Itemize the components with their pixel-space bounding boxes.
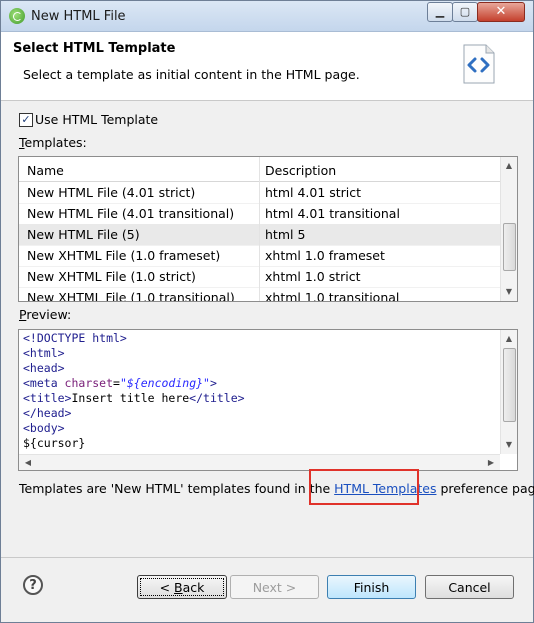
link-highlight-box bbox=[309, 469, 419, 505]
template-description: xhtml 1.0 frameset bbox=[265, 248, 385, 263]
template-name: New XHTML File (1.0 transitional) bbox=[27, 290, 235, 302]
column-divider bbox=[259, 157, 260, 301]
back-button-label: ack bbox=[182, 580, 205, 595]
scroll-up-arrow-icon[interactable]: ▲ bbox=[501, 332, 517, 346]
template-name: New HTML File (5) bbox=[27, 227, 140, 242]
code-line: <head> bbox=[23, 361, 65, 375]
template-description: html 5 bbox=[265, 227, 306, 242]
column-header-name[interactable]: Name bbox=[27, 163, 64, 178]
back-button[interactable]: < Back bbox=[137, 575, 227, 599]
finish-button[interactable]: Finish bbox=[327, 575, 416, 599]
templates-vertical-scrollbar[interactable]: ▲ ▼ bbox=[500, 157, 517, 301]
code-line: <meta charset="${encoding}"> bbox=[23, 376, 217, 390]
templates-info-text: Templates are 'New HTML' templates found… bbox=[19, 481, 534, 496]
cancel-button[interactable]: Cancel bbox=[425, 575, 514, 599]
eclipse-app-icon bbox=[9, 8, 25, 24]
template-description: xhtml 1.0 strict bbox=[265, 269, 361, 284]
preview-pane[interactable]: <!DOCTYPE html> <html> <head> <meta charset… bbox=[18, 329, 518, 471]
code-line: </head> bbox=[23, 406, 72, 420]
preview-source-code: <!DOCTYPE html> <html> <head> <meta charset… bbox=[23, 331, 245, 451]
close-button[interactable]: ✕ bbox=[477, 2, 525, 22]
code-line: <!DOCTYPE html> bbox=[23, 331, 127, 345]
title-bar[interactable]: New HTML File ▁ ▢ ✕ bbox=[1, 1, 533, 32]
help-icon[interactable]: ? bbox=[23, 575, 43, 595]
back-button-mnemonic: B bbox=[174, 580, 183, 595]
template-name: New HTML File (4.01 transitional) bbox=[27, 206, 235, 221]
info-text-before-link: Templates are 'New HTML' templates found… bbox=[19, 481, 335, 496]
scrollbar-thumb[interactable] bbox=[503, 348, 516, 422]
preview-horizontal-scrollbar[interactable]: ◀ ▶ bbox=[19, 454, 500, 470]
wizard-header: Select HTML Template Select a template a… bbox=[1, 32, 533, 101]
template-description: html 4.01 transitional bbox=[265, 206, 400, 221]
minimize-button[interactable]: ▁ bbox=[427, 2, 453, 22]
page-title: Select HTML Template bbox=[13, 41, 176, 56]
scrollbar-thumb[interactable] bbox=[503, 223, 516, 271]
dialog-window: New HTML File ▁ ▢ ✕ Select HTML Template… bbox=[0, 0, 534, 623]
scroll-up-arrow-icon[interactable]: ▲ bbox=[501, 159, 517, 173]
column-header-description[interactable]: Description bbox=[265, 163, 336, 178]
template-description: html 4.01 strict bbox=[265, 185, 362, 200]
scroll-right-arrow-icon[interactable]: ▶ bbox=[484, 455, 498, 470]
back-button-focus-ring: < Back bbox=[140, 578, 224, 596]
templates-label: Templates: bbox=[19, 135, 87, 150]
preview-vertical-scrollbar[interactable]: ▲ ▼ bbox=[500, 330, 517, 454]
template-description: xhtml 1.0 transitional bbox=[265, 290, 400, 302]
use-template-checkbox[interactable]: ✓ bbox=[19, 113, 33, 127]
scroll-down-arrow-icon[interactable]: ▼ bbox=[501, 285, 517, 299]
code-line: <html> bbox=[23, 346, 65, 360]
templates-table[interactable]: Name Description New HTML File (4.01 str… bbox=[18, 156, 518, 302]
preview-label: Preview: bbox=[19, 307, 72, 322]
maximize-button[interactable]: ▢ bbox=[452, 2, 478, 22]
template-name: New XHTML File (1.0 frameset) bbox=[27, 248, 221, 263]
html-file-wizard-icon bbox=[463, 44, 495, 84]
next-button[interactable]: Next > bbox=[230, 575, 319, 599]
window-title: New HTML File bbox=[31, 9, 126, 24]
code-line: <title>Insert title here</title> bbox=[23, 391, 245, 405]
code-line: ${cursor} bbox=[23, 436, 86, 450]
scroll-down-arrow-icon[interactable]: ▼ bbox=[501, 438, 517, 452]
use-template-label[interactable]: Use HTML Template bbox=[35, 112, 158, 127]
code-line: <body> bbox=[23, 421, 65, 435]
scroll-left-arrow-icon[interactable]: ◀ bbox=[21, 455, 35, 470]
back-button-arrow: < bbox=[159, 580, 175, 595]
template-name: New HTML File (4.01 strict) bbox=[27, 185, 196, 200]
info-text-after-link: preference page. bbox=[440, 481, 534, 496]
button-bar-separator bbox=[1, 557, 533, 558]
template-name: New XHTML File (1.0 strict) bbox=[27, 269, 196, 284]
page-description: Select a template as initial content in … bbox=[23, 67, 360, 82]
